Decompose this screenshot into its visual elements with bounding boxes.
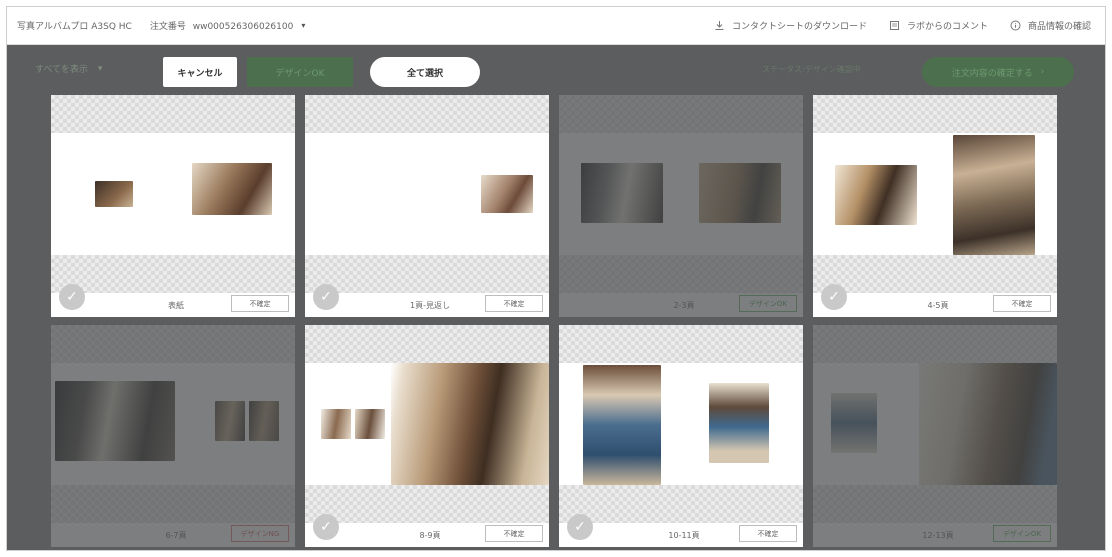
select-check-icon[interactable]: ✓ <box>313 284 339 310</box>
app-frame: 写真アルバムプロ A3SQ HC 注文番号 ww000526306026100 … <box>6 6 1106 551</box>
photo <box>709 383 769 463</box>
photo <box>391 363 549 485</box>
cancel-button[interactable]: キャンセル <box>163 57 237 87</box>
product-info-link[interactable]: 商品情報の確認 <box>1010 19 1091 32</box>
bleed-area-bottom <box>51 255 295 293</box>
select-check-icon[interactable]: ✓ <box>313 514 339 540</box>
download-link-label: コンタクトシートのダウンロード <box>731 22 867 32</box>
confirm-order-button[interactable]: 注文内容の確定する › <box>922 57 1074 87</box>
bleed-area-top <box>559 325 803 363</box>
select-check-icon[interactable]: ✓ <box>821 284 847 310</box>
comment-icon <box>889 20 901 32</box>
page-spread <box>559 133 803 255</box>
page-spread <box>305 133 549 255</box>
chevron-right-icon: › <box>1040 67 1045 77</box>
page-label: 12-13頁 <box>922 531 954 540</box>
page-card[interactable]: 6-7頁 デザインNG <box>51 325 295 547</box>
bleed-area-bottom <box>305 255 549 293</box>
design-status-text: ステータス:デザイン確認中 <box>762 65 861 74</box>
info-link-label: 商品情報の確認 <box>1027 22 1091 32</box>
photo <box>583 365 661 485</box>
page-label: 表紙 <box>168 301 184 310</box>
design-ok-button[interactable]: デザインOK <box>247 57 353 87</box>
download-contact-sheet-link[interactable]: コンタクトシートのダウンロード <box>714 19 867 32</box>
bleed-area-bottom <box>813 485 1057 523</box>
photo <box>919 363 1057 485</box>
page-card[interactable]: ✓ 8-9頁 不確定 <box>305 325 549 547</box>
bleed-area-top <box>813 325 1057 363</box>
comment-link-label: ラボからのコメント <box>906 22 988 32</box>
status-badge[interactable]: デザインOK <box>739 295 797 312</box>
bleed-area-top <box>305 325 549 363</box>
bleed-area-top <box>51 95 295 133</box>
photo <box>481 175 533 213</box>
download-icon <box>714 20 726 32</box>
confirm-order-label: 注文内容の確定する <box>951 68 1033 79</box>
page-label: 1頁-見返し <box>410 301 450 310</box>
page-label: 4-5頁 <box>927 301 949 310</box>
page-spread <box>559 363 803 485</box>
product-name: 写真アルバムプロ A3SQ HC <box>17 22 132 32</box>
status-badge[interactable]: 不確定 <box>485 295 543 312</box>
photo <box>953 135 1035 255</box>
info-icon <box>1010 20 1022 32</box>
page-spread <box>813 133 1057 255</box>
page-label: 10-11頁 <box>668 531 700 540</box>
lab-comment-link[interactable]: ラボからのコメント <box>889 19 988 32</box>
photo <box>355 409 385 439</box>
photo <box>215 401 245 441</box>
photo <box>831 393 877 453</box>
chevron-down-icon: ▾ <box>97 63 103 74</box>
header-links: コンタクトシートのダウンロード ラボからのコメント 商品情報の確認 <box>714 19 1091 32</box>
order-label: 注文番号 <box>149 22 186 32</box>
page-spread <box>813 363 1057 485</box>
bleed-area-bottom <box>559 485 803 523</box>
bleed-area-top <box>305 95 549 133</box>
page-card[interactable]: ✓ 1頁-見返し 不確定 <box>305 95 549 317</box>
status-badge[interactable]: デザインNG <box>231 525 289 542</box>
page-card[interactable]: 2-3頁 デザインOK <box>559 95 803 317</box>
photo <box>249 401 279 441</box>
page-card[interactable]: ✓ 10-11頁 不確定 <box>559 325 803 547</box>
toolbar: すべてを表示 ▾ キャンセル デザインOK 全て選択 ステータス:デザイン確認中… <box>7 52 1105 88</box>
status-badge[interactable]: 不確定 <box>993 295 1051 312</box>
bleed-area-top <box>51 325 295 363</box>
photo <box>55 381 175 461</box>
bleed-area-top <box>813 95 1057 133</box>
photo <box>95 181 133 207</box>
photo <box>321 409 351 439</box>
header-bar: 写真アルバムプロ A3SQ HC 注文番号 ww000526306026100 … <box>7 7 1105 45</box>
page-card[interactable]: 12-13頁 デザインOK <box>813 325 1057 547</box>
order-dropdown-caret[interactable]: ▾ <box>301 21 305 30</box>
bleed-area-bottom <box>813 255 1057 293</box>
photo <box>835 165 917 225</box>
status-badge[interactable]: 不確定 <box>485 525 543 542</box>
filter-label: すべてを表示 <box>35 65 88 75</box>
page-label: 2-3頁 <box>673 301 695 310</box>
status-badge[interactable]: 不確定 <box>231 295 289 312</box>
bleed-area-top <box>559 95 803 133</box>
page-spread <box>51 133 295 255</box>
page-label: 6-7頁 <box>165 531 187 540</box>
page-card[interactable]: ✓ 表紙 不確定 <box>51 95 295 317</box>
page-spread <box>51 363 295 485</box>
bleed-area-bottom <box>559 255 803 293</box>
select-all-button[interactable]: 全て選択 <box>370 57 480 87</box>
status-badge[interactable]: 不確定 <box>739 525 797 542</box>
select-check-icon[interactable]: ✓ <box>567 514 593 540</box>
photo <box>192 163 272 215</box>
order-info: 注文番号 ww000526306026100 <box>150 19 294 32</box>
bleed-area-bottom <box>51 485 295 523</box>
page-card[interactable]: ✓ 4-5頁 不確定 <box>813 95 1057 317</box>
filter-dropdown[interactable]: すべてを表示 ▾ <box>35 62 103 76</box>
photo <box>699 163 781 223</box>
order-number: ww000526306026100 <box>192 22 294 32</box>
page-spread <box>305 363 549 485</box>
status-badge[interactable]: デザインOK <box>993 525 1051 542</box>
bleed-area-bottom <box>305 485 549 523</box>
page-label: 8-9頁 <box>419 531 441 540</box>
photo <box>581 163 663 223</box>
select-check-icon[interactable]: ✓ <box>59 284 85 310</box>
